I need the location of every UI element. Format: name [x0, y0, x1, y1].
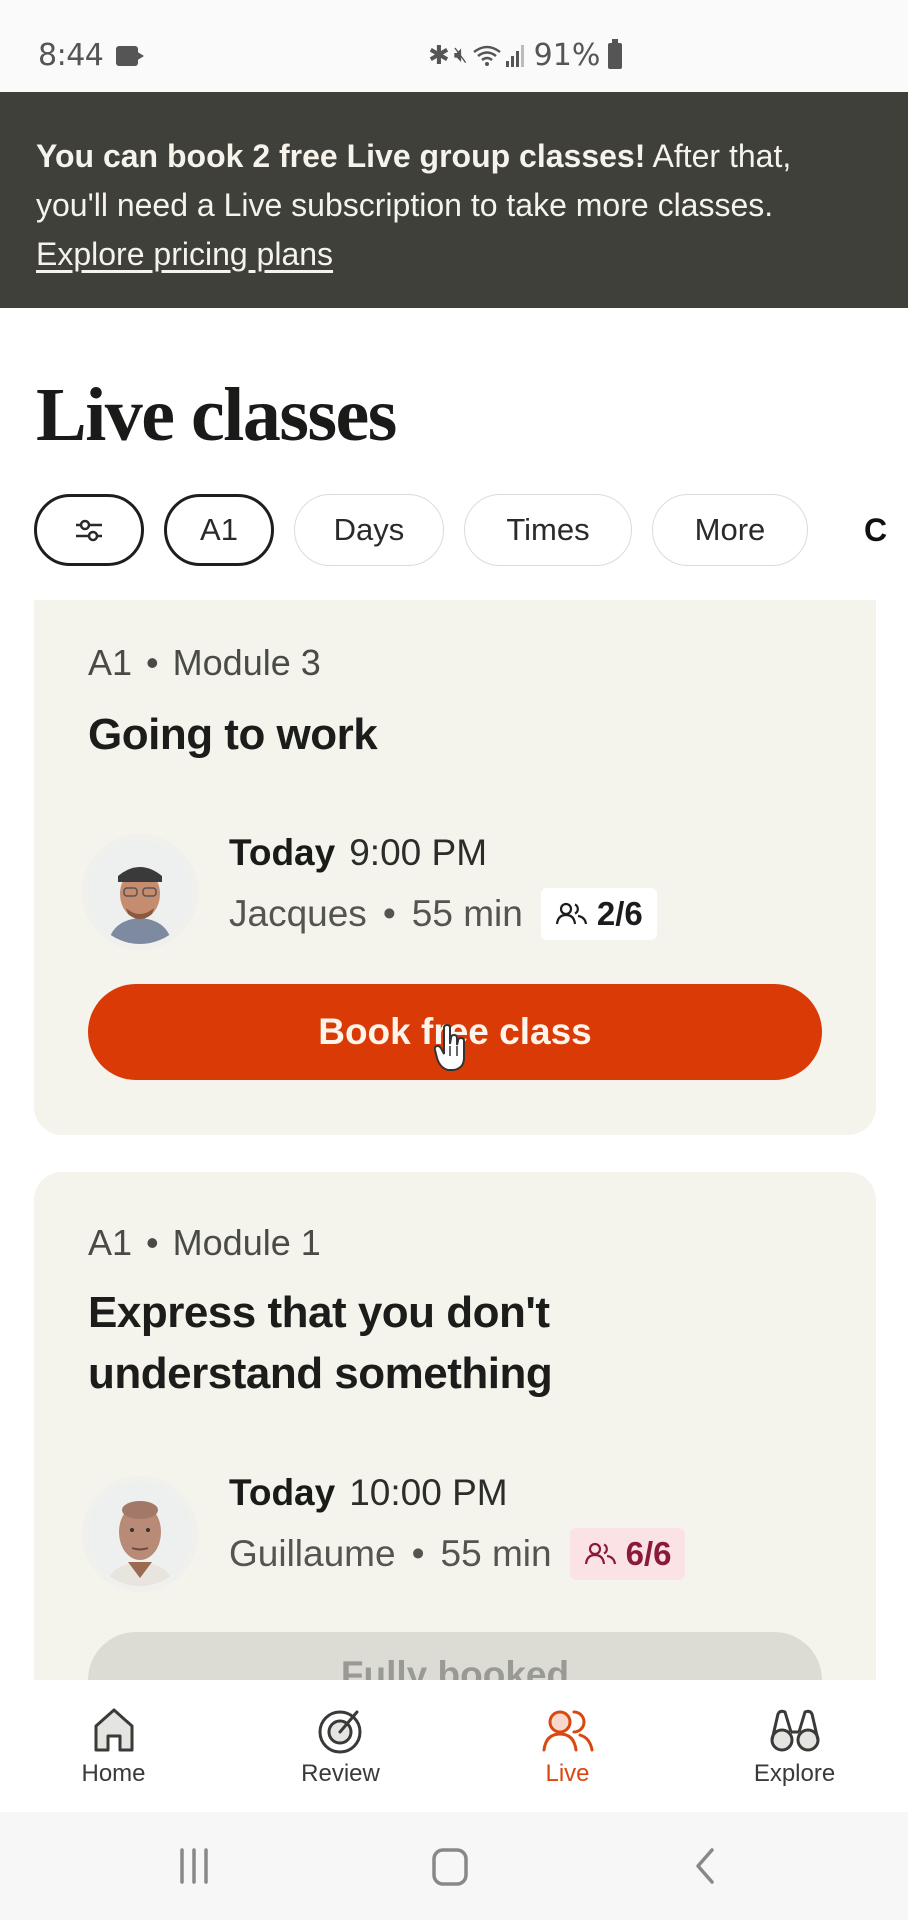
- bottom-nav: Home Review Live Explore: [0, 1680, 908, 1812]
- class-card[interactable]: A1 • Module 1 Express that you don't under…: [34, 1172, 876, 1680]
- nav-home-label: Home: [81, 1760, 146, 1787]
- session-duration: 55 min: [440, 1533, 552, 1574]
- target-icon: [318, 1710, 361, 1754]
- chip-times[interactable]: Times: [464, 494, 632, 566]
- status-icons: ✱ 🔇︎ 91%: [428, 38, 623, 73]
- home-icon: [94, 1708, 133, 1752]
- nav-review[interactable]: Review: [227, 1680, 454, 1812]
- chip-days[interactable]: Days: [294, 494, 444, 566]
- teacher-photo: [88, 1482, 192, 1586]
- class-title: Going to work: [88, 710, 378, 759]
- filter-chips: A1 Days Times More C: [34, 494, 887, 566]
- banner-bold-text: You can book 2 free Live group classes!: [36, 138, 646, 174]
- session-time: 10:00 PM: [349, 1472, 508, 1513]
- hand-cursor-icon: [434, 1024, 465, 1071]
- nav-explore[interactable]: Explore: [681, 1680, 908, 1812]
- status-time: 8:44: [38, 38, 104, 73]
- people-icon: [584, 1542, 616, 1565]
- nav-live[interactable]: Live: [454, 1680, 681, 1812]
- free-classes-banner: You can book 2 free Live group classes! …: [0, 92, 908, 308]
- video-record-icon: [116, 46, 144, 66]
- session-day: Today: [229, 1472, 336, 1513]
- battery-icon: [608, 38, 623, 69]
- wifi-icon: [472, 45, 501, 66]
- session-details: Guillaume • 55 min 6/6: [229, 1528, 686, 1580]
- class-meta: A1 • Module 1: [88, 1222, 321, 1263]
- class-title: Express that you don't understand someth…: [88, 1282, 553, 1404]
- back-icon[interactable]: [690, 1846, 720, 1886]
- nav-home[interactable]: Home: [0, 1680, 227, 1812]
- teacher-avatar: [88, 840, 192, 944]
- session-datetime: Today 10:00 PM: [229, 1472, 508, 1514]
- status-bar: 8:44 ✱ 🔇︎ 91%: [0, 0, 908, 92]
- bluetooth-icon: ✱: [428, 40, 450, 71]
- battery-percent: 91%: [533, 38, 601, 73]
- class-level: A1: [88, 1222, 133, 1263]
- nav-review-label: Review: [301, 1760, 380, 1787]
- capacity-count: 6/6: [625, 1535, 672, 1572]
- explore-pricing-link[interactable]: Explore pricing plans: [36, 236, 333, 272]
- class-module: Module 3: [172, 642, 321, 683]
- teacher-avatar: [88, 1482, 192, 1586]
- session-day: Today: [229, 832, 336, 873]
- class-level: A1: [88, 642, 133, 683]
- teacher-name: Guillaume: [229, 1533, 396, 1574]
- class-list[interactable]: A1 • Module 3 Going to work Today 9:00 PM J…: [0, 600, 908, 1680]
- capacity-badge-full: 6/6: [569, 1528, 686, 1580]
- fully-booked-button[interactable]: Fully booked: [88, 1632, 822, 1680]
- class-meta: A1 • Module 3: [88, 642, 321, 683]
- session-details: Jacques • 55 min 2/6: [229, 888, 657, 940]
- people-icon: [542, 1710, 593, 1752]
- mute-icon: 🔇︎: [453, 43, 468, 68]
- page-title: Live classes: [36, 373, 397, 457]
- class-title-line-1: Express that you don't: [88, 1288, 550, 1337]
- chip-level-a1[interactable]: A1: [164, 494, 274, 566]
- teacher-name: Jacques: [229, 893, 367, 934]
- home-button-icon[interactable]: [430, 1846, 470, 1886]
- sliders-icon: [76, 519, 102, 542]
- session-datetime: Today 9:00 PM: [229, 832, 487, 874]
- system-nav-bar: [0, 1812, 908, 1920]
- nav-live-label: Live: [545, 1760, 590, 1787]
- signal-icon: [505, 44, 524, 67]
- session-duration: 55 min: [411, 893, 523, 934]
- chip-clipped[interactable]: C: [864, 512, 887, 549]
- people-icon: [555, 902, 587, 925]
- class-title-line-2: understand something: [88, 1349, 553, 1398]
- filter-settings-chip[interactable]: [34, 494, 144, 566]
- chip-more[interactable]: More: [652, 494, 808, 566]
- capacity-badge: 2/6: [540, 888, 657, 940]
- session-time: 9:00 PM: [349, 832, 488, 873]
- teacher-photo: [88, 840, 192, 944]
- recent-apps-icon[interactable]: [176, 1846, 212, 1886]
- class-module: Module 1: [172, 1222, 321, 1263]
- nav-explore-label: Explore: [753, 1760, 836, 1787]
- binoculars-icon: [770, 1709, 819, 1752]
- capacity-count: 2/6: [596, 895, 643, 932]
